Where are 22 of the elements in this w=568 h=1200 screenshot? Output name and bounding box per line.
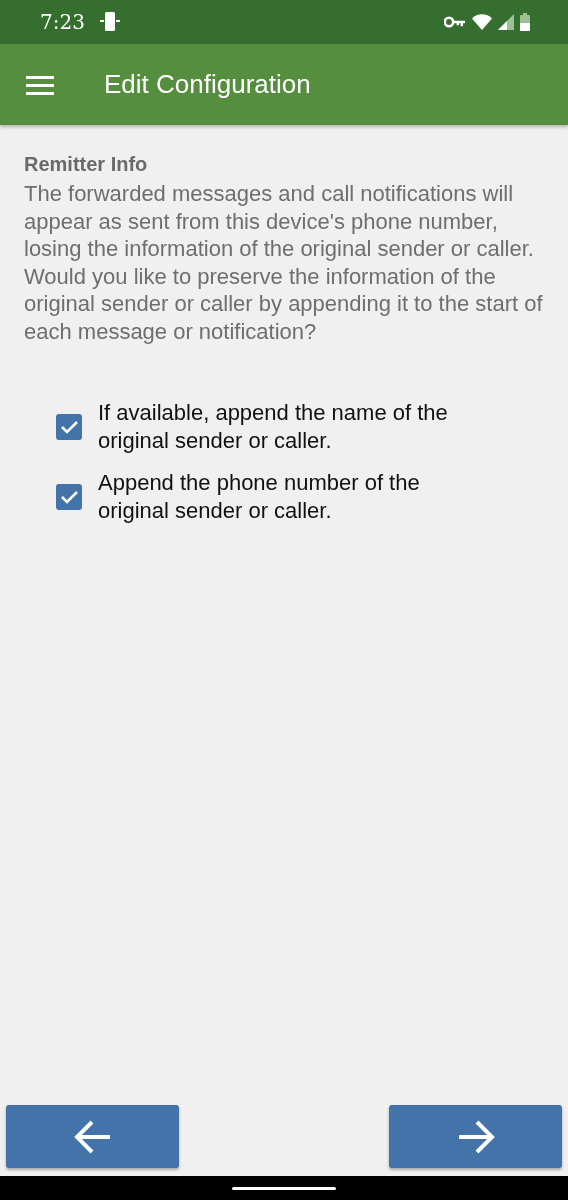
option-label: Append the phone number of the original sender or caller. [98,469,421,525]
section-description: The forwarded messages and call notifications will appear as sent from this device's phone number, losing the information of the original sender or caller. Would you like to preserve the information of the original sender or caller by appending it to the start of each message or notification? [24,180,544,345]
wifi-icon [472,14,492,30]
right-arrow-icon [456,1118,495,1155]
checkbox[interactable] [56,414,82,440]
home-indicator[interactable] [232,1186,336,1190]
check-icon [59,489,79,505]
menu-button[interactable] [26,73,54,96]
check-icon [59,419,79,435]
key-icon [444,15,466,29]
next-button[interactable] [389,1105,562,1168]
checkbox[interactable] [56,484,82,510]
menu-icon [26,74,54,95]
battery-icon [520,13,530,31]
screen-title: Edit Configuration [104,69,311,100]
phone-icon [98,11,121,33]
left-arrow-icon [73,1118,112,1155]
option-label: If available, append the name of the original sender or caller. [98,399,449,455]
back-button[interactable] [6,1105,179,1168]
section-heading: Remitter Info [24,153,149,176]
signal-icon [498,14,514,30]
status-time: 7:23 [40,10,85,34]
